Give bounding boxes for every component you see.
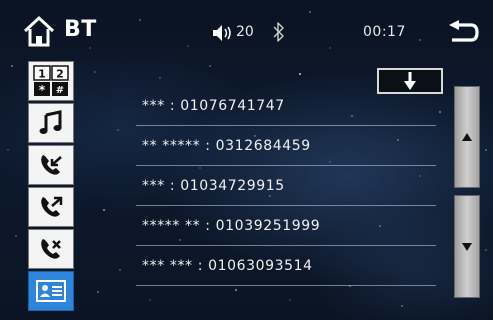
outgoing-call-icon	[41, 196, 63, 217]
contact-entry: *** : 01034729915	[142, 178, 285, 194]
contacts-tab[interactable]	[28, 271, 74, 311]
bt-screen: BT 20 00:17 1 2 * # ***: 01076741747 **…	[0, 0, 493, 320]
incoming-calls-tab[interactable]	[28, 145, 74, 185]
home-button[interactable]	[22, 14, 56, 48]
music-tab[interactable]	[28, 103, 74, 143]
function-sidebar: 1 2 * #	[28, 61, 74, 313]
dialpad-icon: 1 2 * #	[33, 65, 69, 97]
svg-text:*: *	[39, 83, 46, 97]
svg-text:#: #	[56, 85, 64, 96]
missed-calls-tab[interactable]	[28, 229, 74, 269]
back-icon	[449, 20, 479, 42]
svg-text:1: 1	[38, 68, 46, 81]
home-icon	[23, 15, 55, 47]
contact-entry: *** *** : 01063093514	[142, 258, 313, 274]
triangle-up-icon	[462, 133, 472, 141]
volume-level: 20	[236, 24, 254, 40]
status-bar: BT 20 00:17	[0, 0, 493, 60]
scroll-up-button[interactable]	[454, 86, 480, 188]
volume-icon	[213, 25, 231, 41]
contact-entry: ***** ** : 01039251999	[142, 218, 321, 234]
back-button[interactable]	[446, 20, 480, 46]
triangle-down-icon	[462, 242, 472, 251]
clock: 00:17	[363, 24, 406, 40]
svg-text:2: 2	[56, 68, 64, 81]
contact-row[interactable]: *** : 01076741747	[136, 86, 436, 126]
missed-call-icon	[41, 239, 61, 259]
music-note-icon	[39, 110, 62, 134]
contact-row[interactable]: *** : 01034729915	[136, 166, 436, 206]
page-title: BT	[64, 17, 97, 42]
dialpad-tab[interactable]: 1 2 * #	[28, 61, 74, 101]
scroll-down-button[interactable]	[454, 195, 480, 298]
contact-row[interactable]: ***** ** : 01039251999	[136, 206, 436, 246]
contact-entry: ** ***** : 0312684459	[142, 138, 311, 154]
contact-row[interactable]: ** ***** : 0312684459	[136, 126, 436, 166]
contact-card-icon	[36, 280, 66, 302]
incoming-call-icon	[41, 155, 62, 175]
outgoing-calls-tab[interactable]	[28, 187, 74, 227]
contact-entry: *** : 01076741747	[142, 98, 285, 114]
bluetooth-icon	[273, 22, 284, 42]
contact-row[interactable]: *** *** : 01063093514	[136, 246, 436, 286]
